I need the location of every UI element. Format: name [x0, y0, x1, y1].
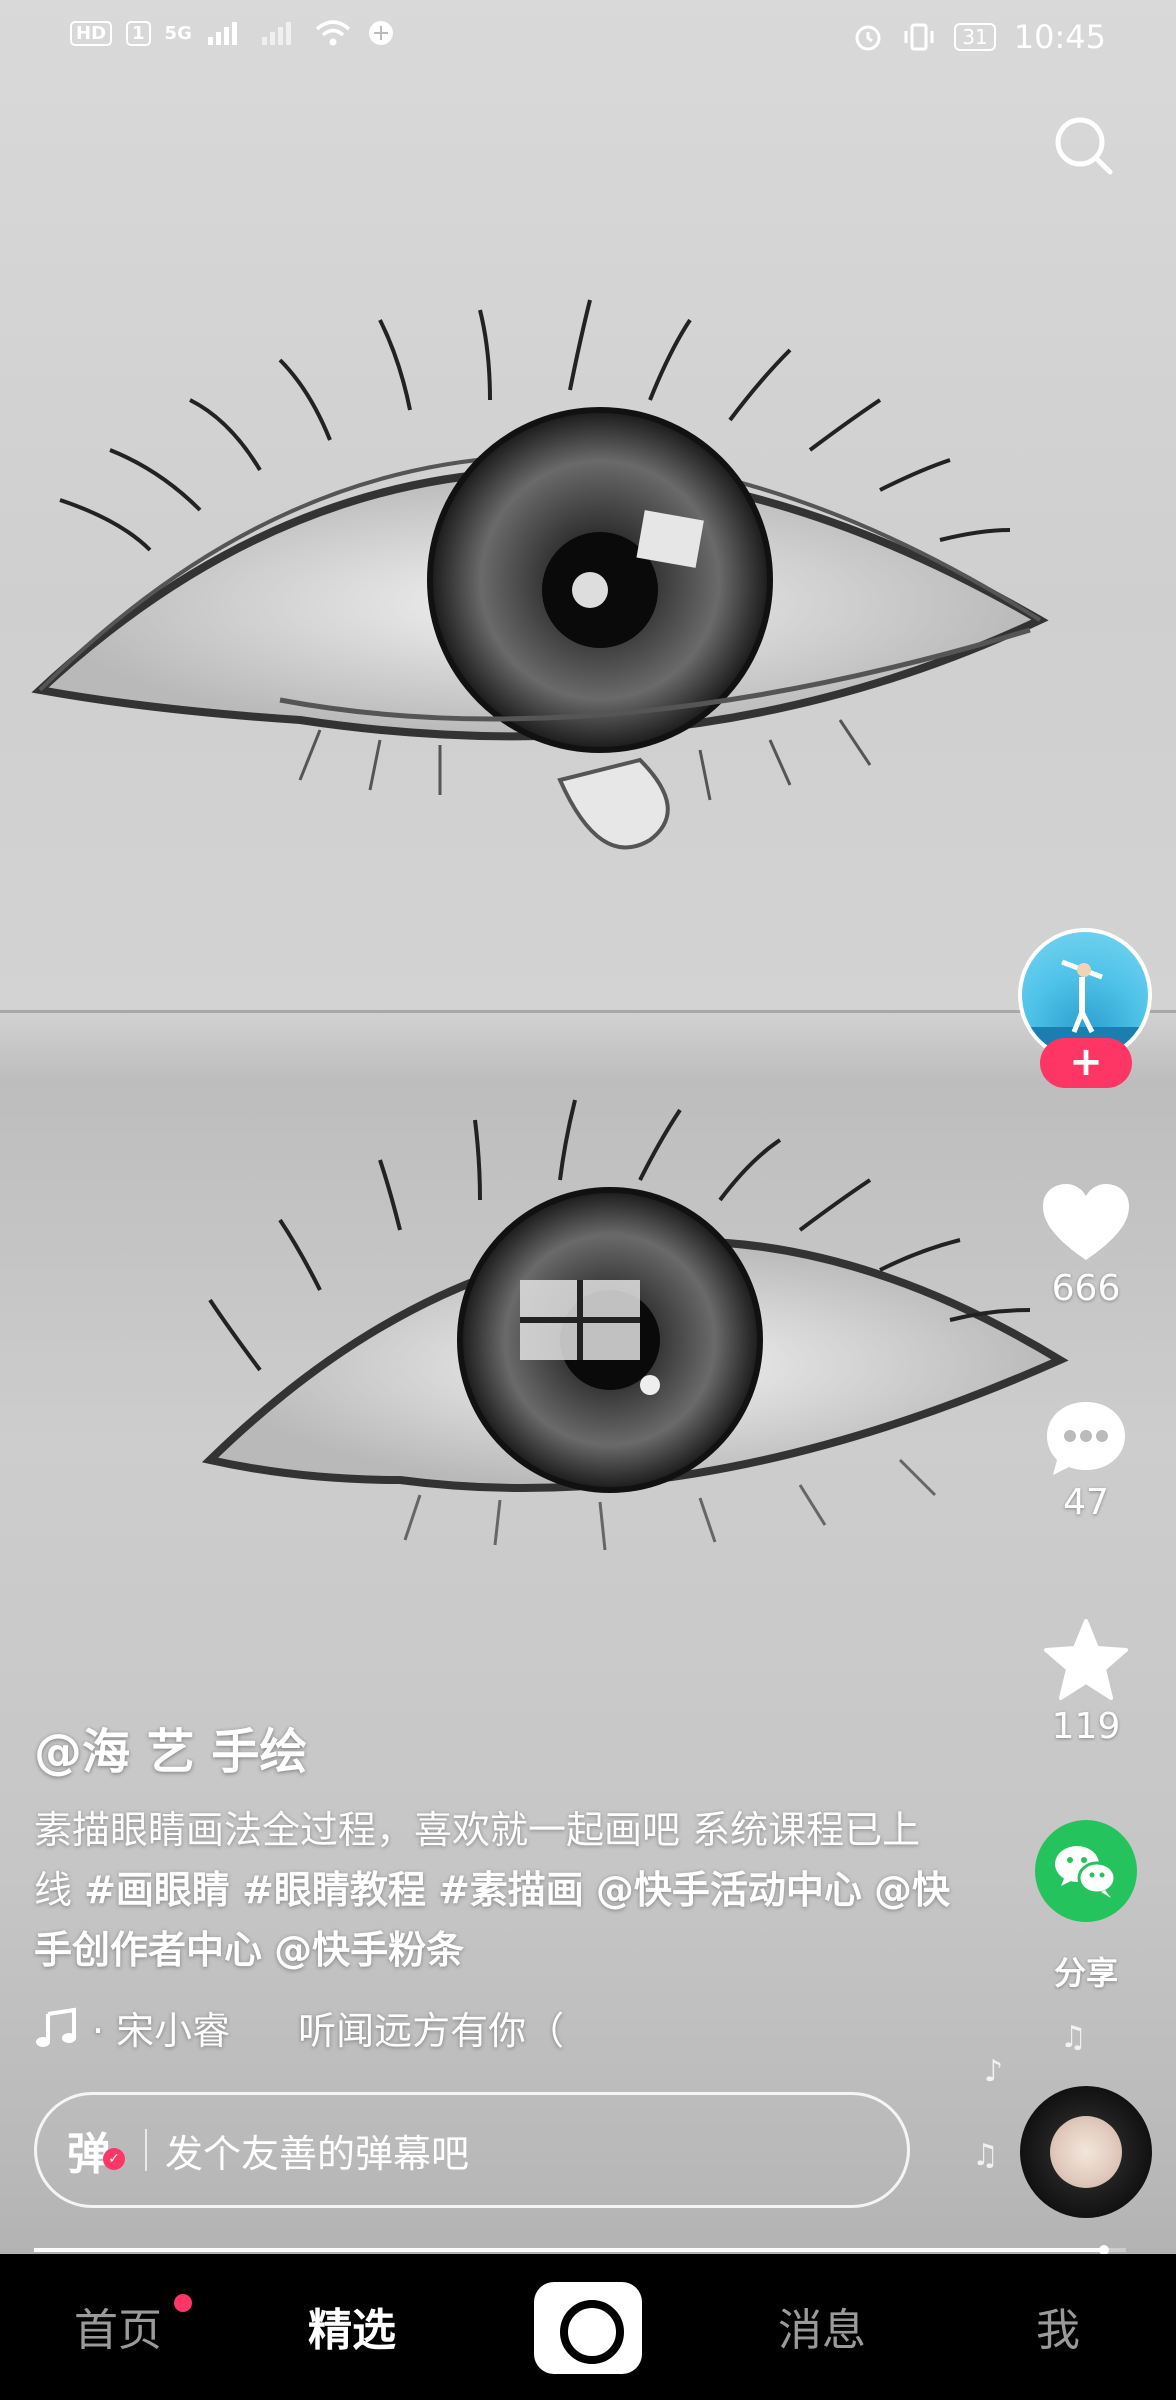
signal-2-icon — [261, 22, 291, 45]
music-note-icon: ♪ — [984, 2054, 1004, 2089]
music-disc[interactable] — [1020, 2086, 1152, 2218]
upper-eye — [31, 299, 1049, 850]
progress-fill — [34, 2248, 1105, 2252]
video-content-eye-drawing — [31, 299, 1069, 1551]
mention[interactable]: @快手粉条 — [274, 1928, 464, 1972]
music-note-icon — [36, 2007, 76, 2047]
status-time: 10:45 — [1013, 18, 1106, 56]
hashtag[interactable]: #素描画 — [438, 1868, 584, 1912]
mention[interactable]: @快手活动中心 — [596, 1868, 862, 1912]
music-title: 听闻远方有你（ — [298, 2009, 565, 2053]
danmu-placeholder[interactable]: 发个友善的弹幕吧 — [165, 2123, 469, 2178]
video-progress-bar[interactable] — [34, 2245, 1126, 2255]
music-note-icon: ♫ — [1060, 2020, 1087, 2055]
network-label: 5G — [164, 22, 192, 44]
danmu-check-icon: ✓ — [103, 2148, 125, 2170]
signal-icon — [207, 22, 237, 45]
music-artist: · 宋小睿 — [92, 2009, 231, 2053]
author-name[interactable]: @海 艺 手绘 — [34, 1712, 307, 1782]
favorite-action[interactable]: 119 — [1016, 1618, 1156, 1747]
nav-messages[interactable]: 消息 — [742, 2294, 902, 2358]
hd-badge: HD — [70, 20, 113, 46]
danmu-input[interactable]: 弹 ✓ 发个友善的弹幕吧 — [34, 2092, 910, 2208]
share-label: 分享 — [1053, 1954, 1118, 1992]
wifi-icon — [315, 20, 351, 46]
notification-dot — [174, 2294, 192, 2312]
favorite-count: 119 — [1051, 1706, 1121, 1747]
bottom-nav: 首页 精选 消息 我 — [0, 2254, 1176, 2400]
status-bar: HD 1 5G 31 10:45 — [0, 0, 1176, 72]
hashtag[interactable]: #画眼睛 — [84, 1868, 230, 1912]
nav-featured[interactable]: 精选 — [272, 2294, 432, 2358]
alarm-icon — [855, 25, 881, 51]
comment-icon[interactable] — [1043, 1398, 1129, 1478]
camera-button[interactable] — [534, 2282, 642, 2374]
status-right: 31 10:45 — [852, 18, 1106, 56]
danmu-toggle[interactable]: 弹 ✓ — [67, 2118, 125, 2182]
disc-cover — [1050, 2116, 1122, 2188]
heart-icon[interactable] — [1041, 1182, 1131, 1264]
video-screen[interactable]: HD 1 5G 31 10:45 + 666 47 119 分享 @海 艺 手绘… — [0, 0, 1176, 2400]
vibrate-icon — [904, 23, 934, 51]
like-action[interactable]: 666 — [1016, 1182, 1156, 1309]
camera-icon — [560, 2300, 624, 2364]
status-left: HD 1 5G — [70, 18, 396, 48]
lower-eye — [201, 1099, 1069, 1551]
share-button[interactable] — [1035, 1820, 1137, 1922]
music-note-icon: ♫ — [972, 2138, 999, 2173]
comment-action[interactable]: 47 — [1016, 1398, 1156, 1523]
video-caption: 素描眼睛画法全过程，喜欢就一起画吧 系统课程已上线 #画眼睛 #眼睛教程 #素描… — [34, 1800, 954, 1980]
search-icon[interactable] — [1050, 112, 1116, 178]
paper-fold-line — [0, 1010, 1176, 1013]
music-info[interactable]: · 宋小睿 听闻远方有你（ — [34, 2000, 564, 2055]
danmu-separator — [145, 2129, 147, 2171]
hashtag[interactable]: #眼睛教程 — [242, 1868, 426, 1912]
battery-indicator: 31 — [954, 23, 996, 51]
follow-button[interactable]: + — [1040, 1038, 1132, 1088]
nav-me[interactable]: 我 — [978, 2294, 1138, 2358]
sim-badge: 1 — [126, 20, 151, 46]
share-action[interactable]: 分享 — [1016, 1820, 1156, 1994]
star-icon[interactable] — [1043, 1618, 1129, 1702]
comment-count: 47 — [1063, 1482, 1109, 1523]
vpn-icon — [368, 21, 393, 45]
wechat-icon — [1055, 1846, 1117, 1898]
like-count: 666 — [1051, 1268, 1121, 1309]
